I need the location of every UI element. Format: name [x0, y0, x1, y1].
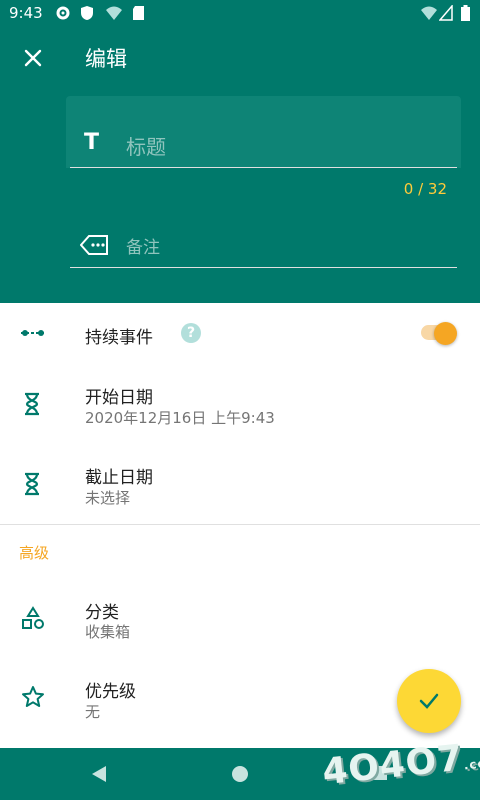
battery-icon	[461, 5, 470, 21]
toggle-thumb[interactable]	[434, 322, 457, 345]
title-placeholder[interactable]: 标题	[126, 131, 166, 160]
status-bar: 9:43	[0, 0, 480, 26]
category-label: 分类	[85, 603, 119, 623]
priority-label: 优先级	[85, 682, 136, 702]
note-underline	[70, 267, 457, 268]
signal-icon	[439, 5, 453, 21]
save-fab[interactable]	[397, 669, 461, 733]
sd-card-icon	[133, 6, 144, 20]
duration-icon	[21, 330, 45, 336]
page-title: 编辑	[85, 47, 127, 71]
star-icon	[22, 686, 44, 707]
priority-value: 无	[85, 703, 101, 721]
divider	[0, 524, 480, 525]
settings-icon	[56, 6, 70, 20]
category-value: 收集箱	[85, 623, 131, 641]
note-field[interactable]: 备注	[126, 233, 160, 258]
check-icon	[419, 693, 439, 709]
wifi-icon	[421, 6, 437, 20]
shield-icon	[81, 6, 93, 20]
advanced-section-header: 高级	[19, 544, 50, 562]
back-icon[interactable]	[90, 764, 108, 784]
close-icon[interactable]	[18, 43, 48, 73]
help-icon[interactable]: ?	[181, 323, 201, 343]
edit-header: 编辑 T 标题 0 / 32 备注	[0, 26, 480, 303]
start-date-value: 2020年12月16日 上午9:43	[85, 409, 275, 427]
continuous-event-label: 持续事件	[85, 328, 153, 348]
start-date-label: 开始日期	[85, 388, 153, 408]
hourglass-icon	[25, 392, 39, 416]
wifi-question-icon	[106, 6, 122, 20]
end-date-value: 未选择	[85, 489, 131, 507]
status-time: 9:43	[9, 4, 43, 22]
title-underline	[70, 167, 457, 168]
hourglass-icon	[25, 472, 39, 496]
title-char-counter: 0 / 32	[403, 180, 447, 198]
label-tag-icon	[80, 235, 108, 255]
end-date-label: 截止日期	[85, 468, 153, 488]
category-shapes-icon	[22, 606, 44, 629]
text-format-icon: T	[84, 130, 100, 155]
home-icon[interactable]	[230, 764, 250, 784]
